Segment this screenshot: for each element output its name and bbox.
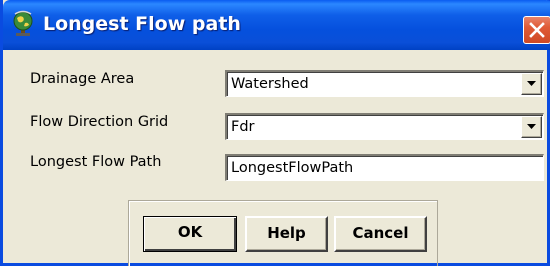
chevron-down-icon	[527, 81, 536, 86]
drainage-area-value: Watershed	[231, 76, 309, 92]
dialog-window: Longest Flow path Drainage Area Watershe…	[0, 0, 550, 266]
longest-flow-path-label: Longest Flow Path	[30, 154, 162, 170]
ok-button[interactable]: OK	[143, 216, 237, 252]
cancel-button[interactable]: Cancel	[334, 216, 427, 252]
close-icon	[529, 22, 545, 38]
drainage-area-dropdown-button[interactable]	[521, 73, 542, 95]
flow-direction-grid-label: Flow Direction Grid	[30, 114, 169, 130]
flow-direction-grid-dropdown[interactable]: Fdr	[225, 113, 544, 140]
flow-direction-grid-dropdown-button[interactable]	[521, 116, 542, 138]
dialog-title: Longest Flow path	[43, 13, 241, 35]
longest-flow-path-value: LongestFlowPath	[231, 160, 354, 176]
close-button[interactable]	[523, 16, 550, 44]
title-bar[interactable]: Longest Flow path	[3, 0, 550, 50]
drainage-area-label: Drainage Area	[30, 71, 135, 87]
globe-icon	[10, 10, 36, 38]
chevron-down-icon	[527, 124, 536, 129]
flow-direction-grid-value: Fdr	[231, 119, 255, 135]
drainage-area-dropdown[interactable]: Watershed	[225, 70, 544, 97]
longest-flow-path-input[interactable]: LongestFlowPath	[225, 154, 544, 181]
button-group: OK Help Cancel	[128, 200, 438, 266]
help-button[interactable]: Help	[245, 216, 328, 252]
